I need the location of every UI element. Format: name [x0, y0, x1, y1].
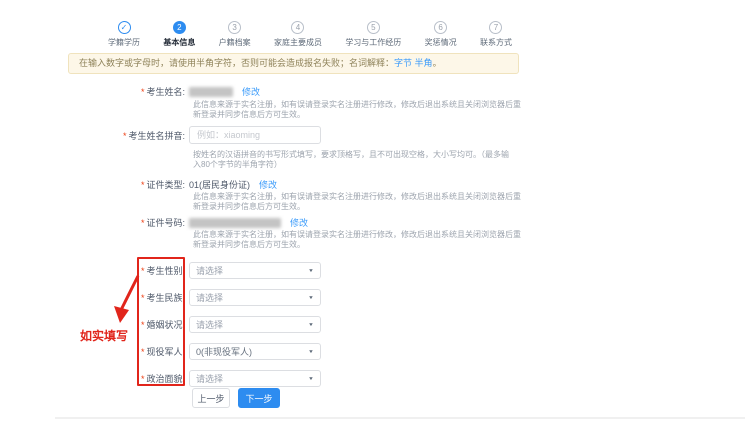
annotation-text: 如实填写 [80, 327, 128, 344]
pinyin-help: 按姓名的汉语拼音的书写形式填写，要求顶格写，且不可出现空格，大小写均可。（最多输… [193, 150, 523, 170]
military-status-select[interactable]: 0(非现役军人) ▼ [189, 343, 321, 360]
step-number: 4 [291, 21, 304, 34]
political-status-row: *政治面貌: 请选择 ▼ [0, 370, 560, 387]
step-label: 学习与工作经历 [345, 37, 401, 48]
required-mark: * [123, 131, 127, 141]
gender-row: *考生性别: 请选择 ▼ [0, 262, 560, 279]
step-number: 5 [367, 21, 380, 34]
step-label: 奖惩情况 [425, 37, 457, 48]
marital-status-select[interactable]: 请选择 ▼ [189, 316, 321, 333]
chevron-down-icon: ▼ [308, 295, 314, 300]
step-label: 基本信息 [163, 37, 195, 48]
gender-select[interactable]: 请选择 ▼ [189, 262, 321, 279]
cert-no-sync-help: 此信息来源于实名注册，如有误请登录实名注册进行修改，修改后退出系统且关闭浏览器后… [193, 230, 523, 250]
step-number: 6 [434, 21, 447, 34]
previous-step-button[interactable]: 上一步 [192, 388, 230, 408]
step-number: 2 [173, 21, 186, 34]
ethnicity-select[interactable]: 请选择 ▼ [189, 289, 321, 306]
bottom-divider [55, 417, 745, 419]
step-item-6[interactable]: 6 奖惩情况 [425, 21, 457, 48]
step-item-1[interactable]: ✓ 学籍学历 [108, 21, 140, 48]
step-item-4[interactable]: 4 家庭主要成员 [274, 21, 322, 48]
halfwidth-notice-bar: 在输入数字或字母时，请使用半角字符，否则可能会造成报名失败；名词解释：字节 半角… [68, 53, 519, 74]
cert-no-row: *证件号码: 修改 [0, 216, 560, 229]
step-label: 联系方式 [480, 37, 512, 48]
chevron-down-icon: ▼ [308, 322, 314, 327]
chevron-down-icon: ▼ [308, 376, 314, 381]
step-wizard: ✓ 学籍学历 2 基本信息 3 户籍档案 4 家庭主要成员 5 学习与工作经历 … [108, 21, 512, 48]
required-mark: * [141, 180, 145, 190]
cert-type-label: *证件类型: [0, 178, 185, 191]
halfwidth-term-link[interactable]: 半角 [415, 58, 433, 68]
annotation-arrow-icon [100, 268, 145, 326]
gender-select-value: 请选择 [196, 264, 308, 277]
pinyin-label: *考生姓名拼音: [0, 129, 185, 142]
cert-no-label: *证件号码: [0, 216, 185, 229]
step-label: 户籍档案 [219, 37, 251, 48]
redacted-name-value [189, 87, 233, 97]
redacted-id-number-value [189, 218, 281, 228]
military-status-row: *现役军人: 0(非现役军人) ▼ [0, 343, 560, 360]
cert-type-row: *证件类型: 01(居民身份证) 修改 [0, 178, 560, 191]
modify-cert-type-link[interactable]: 修改 [259, 178, 277, 191]
modify-name-link[interactable]: 修改 [242, 85, 260, 98]
ethnicity-select-value: 请选择 [196, 291, 308, 304]
notice-text: 在输入数字或字母时，请使用半角字符，否则可能会造成报名失败；名词解释： [79, 58, 394, 68]
chevron-down-icon: ▼ [308, 349, 314, 354]
step-item-3[interactable]: 3 户籍档案 [219, 21, 251, 48]
step-label: 家庭主要成员 [274, 37, 322, 48]
political-status-select[interactable]: 请选择 ▼ [189, 370, 321, 387]
step-label: 学籍学历 [108, 37, 140, 48]
step-item-7[interactable]: 7 联系方式 [480, 21, 512, 48]
pinyin-row: *考生姓名拼音: [0, 126, 560, 144]
notice-suffix: 。 [433, 58, 442, 68]
modify-cert-no-link[interactable]: 修改 [290, 216, 308, 229]
marital-status-select-value: 请选择 [196, 318, 308, 331]
step-number: 7 [489, 21, 502, 34]
step-item-5[interactable]: 5 学习与工作经历 [345, 21, 401, 48]
candidate-name-row: *考生姓名: 修改 [0, 85, 560, 98]
required-mark: * [141, 87, 145, 97]
cert-type-sync-help: 此信息来源于实名注册，如有误请登录实名注册进行修改，修改后退出系统且关闭浏览器后… [193, 192, 523, 212]
chevron-down-icon: ▼ [308, 268, 314, 273]
step-item-2[interactable]: 2 基本信息 [163, 21, 195, 48]
byte-term-link[interactable]: 字节 [394, 58, 412, 68]
name-sync-help: 此信息来源于实名注册，如有误请登录实名注册进行修改，修改后退出系统且关闭浏览器后… [193, 100, 523, 120]
pinyin-input[interactable] [189, 126, 321, 144]
required-mark: * [141, 218, 145, 228]
political-status-select-value: 请选择 [196, 372, 308, 385]
cert-type-value: 01(居民身份证) [189, 178, 250, 191]
registration-form-page: ✓ 学籍学历 2 基本信息 3 户籍档案 4 家庭主要成员 5 学习与工作经历 … [0, 0, 750, 422]
military-status-select-value: 0(非现役军人) [196, 345, 308, 358]
candidate-name-label: *考生姓名: [0, 85, 185, 98]
next-step-button[interactable]: 下一步 [238, 388, 280, 408]
ethnicity-row: *考生民族: 请选择 ▼ [0, 289, 560, 306]
step-number: 3 [228, 21, 241, 34]
check-icon: ✓ [118, 21, 131, 34]
